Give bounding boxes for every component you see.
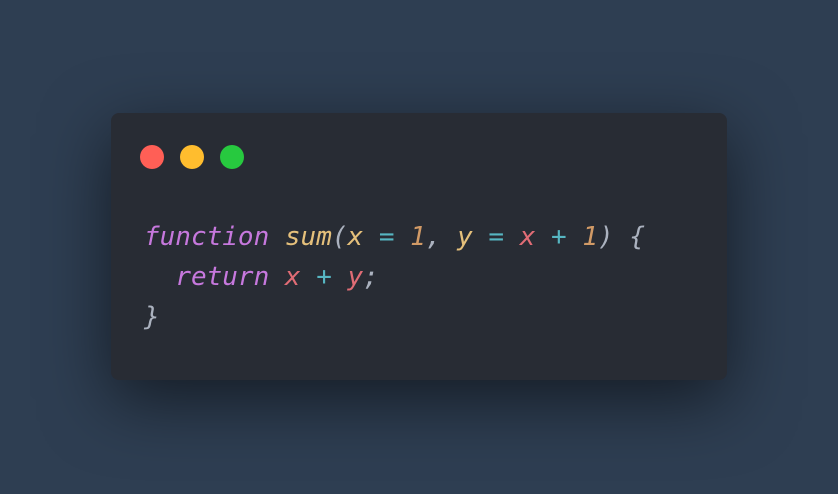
code-token-function: sum	[284, 222, 332, 252]
code-token-keyword: function	[144, 222, 270, 252]
code-token-punctuation: ,	[425, 222, 442, 252]
code-line: }	[144, 297, 645, 337]
code-token-number: 1	[410, 222, 426, 252]
code-token-operator: =	[488, 222, 505, 252]
code-token-number: 1	[582, 222, 599, 252]
code-token-param: x	[347, 222, 364, 252]
minimize-button[interactable]	[180, 145, 204, 169]
code-token-variable: x	[284, 262, 301, 292]
code-token-variable: y	[347, 262, 364, 292]
window-controls	[140, 145, 244, 169]
code-line: return x + y;	[144, 257, 645, 297]
code-token-punctuation: }	[144, 302, 160, 332]
code-line: function sum(x = 1, y = x + 1) {	[144, 217, 645, 257]
code-token-variable: x	[519, 222, 536, 252]
close-button[interactable]	[140, 145, 164, 169]
maximize-button[interactable]	[220, 145, 244, 169]
code-token-punctuation: {	[629, 222, 645, 252]
code-token-operator: =	[378, 222, 395, 252]
code-token-punctuation: ;	[363, 262, 379, 292]
code-token-punctuation: (	[331, 222, 348, 252]
code-token-param: y	[457, 222, 473, 252]
code-token-keyword: return	[175, 262, 270, 292]
code-token-operator: +	[551, 222, 567, 252]
code-window: function sum(x = 1, y = x + 1) { return …	[111, 113, 727, 380]
code-block: function sum(x = 1, y = x + 1) { return …	[144, 217, 645, 337]
code-token-punctuation: )	[598, 222, 614, 252]
code-token-operator: +	[316, 262, 332, 292]
